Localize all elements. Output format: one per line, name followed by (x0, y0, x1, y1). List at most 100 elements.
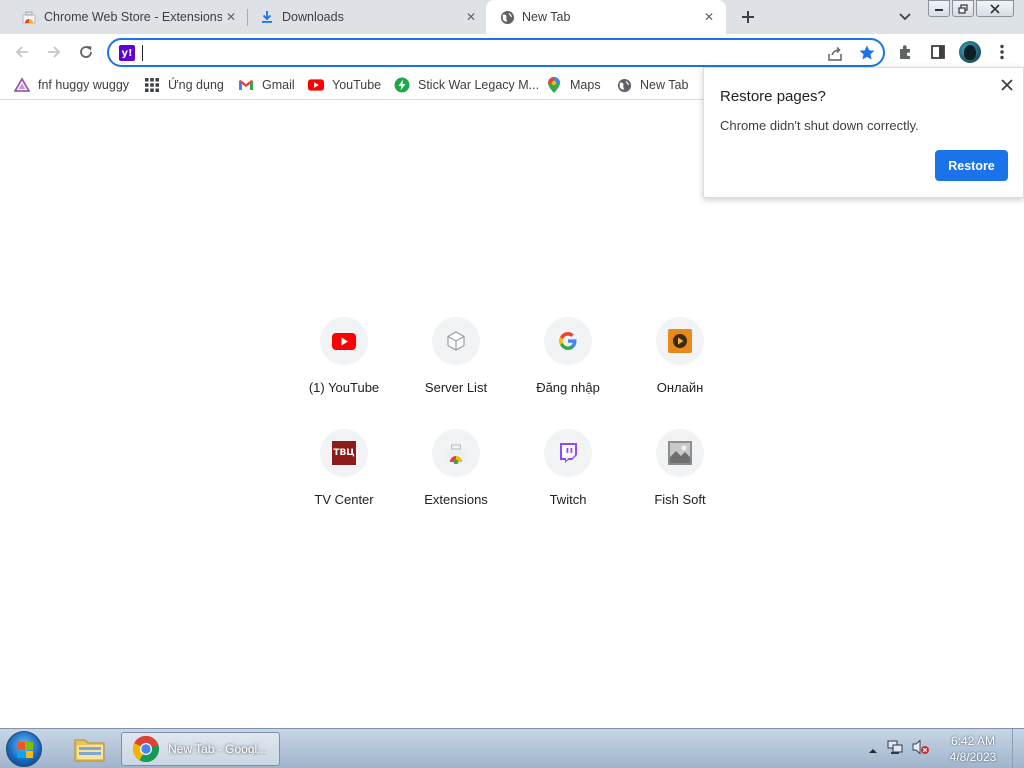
close-window-button[interactable] (976, 0, 1014, 17)
bookmark-stick-war[interactable]: Stick War Legacy M... (394, 75, 539, 95)
plus-icon (742, 11, 754, 23)
shortcut-label: Онлайн (656, 380, 704, 395)
shortcut-server-list[interactable]: Server List (400, 301, 512, 413)
start-button[interactable] (6, 731, 42, 767)
shortcut-youtube[interactable]: (1) YouTube (288, 301, 400, 413)
shortcut-online[interactable]: Онлайн (624, 301, 736, 413)
tab-close-icon[interactable]: ✕ (700, 8, 718, 26)
windows-logo-icon (17, 742, 33, 758)
forward-button[interactable] (43, 41, 65, 63)
shortcut-fish-soft[interactable]: Fish Soft (624, 413, 736, 525)
bookmark-new-tab[interactable]: New Tab (616, 75, 688, 95)
taskbar-chrome[interactable]: New Tab - Googl... (121, 732, 280, 766)
bolt-icon (394, 77, 410, 93)
play-icon (656, 317, 704, 365)
image-icon (656, 429, 704, 477)
reload-button[interactable] (75, 41, 97, 63)
chevron-down-icon (899, 13, 911, 21)
tab-close-icon[interactable]: ✕ (462, 8, 480, 26)
extensions-icon[interactable] (896, 42, 916, 62)
forward-arrow-icon (48, 46, 61, 58)
bookmark-fnf-huggy-wuggy[interactable]: fnf huggy wuggy (14, 75, 129, 95)
network-icon[interactable] (886, 739, 904, 760)
bookmark-apps[interactable]: Ứng dụng (144, 75, 224, 95)
system-clock[interactable]: 6:42 AM 4/8/2023 (942, 733, 1004, 765)
tab-search-button[interactable] (895, 7, 915, 27)
bookmark-label: Stick War Legacy M... (418, 78, 540, 92)
bookmark-gmail[interactable]: Gmail (238, 75, 295, 95)
back-button[interactable] (11, 41, 33, 63)
shortcut-label: Extensions (424, 492, 488, 507)
folder-icon (74, 739, 105, 762)
shortcut-dang-nhap[interactable]: Đăng nhập (512, 301, 624, 413)
restore-window-button[interactable] (952, 0, 974, 17)
apps-grid-icon (144, 77, 160, 93)
clock-date: 4/8/2023 (949, 750, 997, 764)
window-controls (928, 0, 1016, 17)
shortcut-twitch[interactable]: Twitch (512, 413, 624, 525)
text-caret (142, 45, 143, 61)
bookmark-label: Maps (570, 78, 601, 92)
box-icon (432, 317, 480, 365)
webstore-icon (21, 9, 37, 25)
tab-new-tab[interactable]: New Tab ✕ (486, 0, 726, 34)
shortcut-label: (1) YouTube (308, 380, 380, 395)
restore-window-icon (958, 3, 968, 14)
restore-button[interactable]: Restore (935, 150, 1008, 181)
tab-strip: Chrome Web Store - Extensions ✕ Download… (0, 0, 1024, 34)
bookmark-youtube[interactable]: YouTube (308, 75, 381, 95)
restore-pages-dialog: Restore pages? Chrome didn't shut down c… (703, 67, 1024, 198)
close-icon[interactable] (997, 75, 1017, 95)
shortcut-label: TV Center (314, 492, 374, 507)
clock-time: 6:42 AM (950, 734, 996, 748)
tab-title: New Tab (522, 10, 571, 24)
new-tab-button[interactable] (737, 6, 759, 28)
taskbar-chrome-label: New Tab - Googl... (168, 742, 268, 756)
side-panel-icon[interactable] (928, 42, 948, 62)
share-icon[interactable] (826, 45, 844, 63)
download-icon (259, 9, 275, 25)
bookmark-label: YouTube (332, 78, 382, 92)
tab-title: Chrome Web Store - Extensions (44, 10, 222, 24)
taskbar: New Tab - Googl... 6:42 AM 4/8/2023 (0, 728, 1024, 768)
back-arrow-icon (15, 46, 28, 58)
shortcut-label: Đăng nhập (536, 380, 600, 395)
minimize-icon (935, 8, 943, 11)
show-desktop-button[interactable] (1012, 729, 1024, 768)
twitch-icon (544, 429, 592, 477)
bookmark-label: Gmail (262, 78, 295, 92)
tray-expand-icon[interactable] (868, 741, 878, 759)
shortcut-label: Server List (424, 380, 488, 395)
shortcut-tv-center[interactable]: ТВЦ TV Center (288, 413, 400, 525)
reload-icon (80, 46, 92, 58)
bookmark-label: Ứng dụng (168, 78, 224, 92)
webstore-icon (432, 429, 480, 477)
bookmark-maps[interactable]: Maps (546, 75, 601, 95)
tvc-glyph: ТВЦ (332, 441, 356, 465)
youtube-icon (320, 317, 368, 365)
system-tray (868, 739, 930, 760)
taskbar-explorer[interactable] (66, 732, 114, 766)
profile-avatar[interactable] (959, 41, 981, 63)
google-icon (544, 317, 592, 365)
tab-downloads[interactable]: Downloads ✕ (238, 0, 486, 34)
bookmark-star-icon[interactable] (858, 44, 876, 62)
shortcut-label: Fish Soft (654, 492, 706, 507)
address-bar[interactable]: y! (107, 38, 885, 67)
dialog-title: Restore pages? (720, 88, 826, 105)
browser-window: Chrome Web Store - Extensions ✕ Download… (0, 0, 1024, 768)
tvc-icon: ТВЦ (320, 429, 368, 477)
bookmark-label: fnf huggy wuggy (38, 78, 130, 92)
volume-muted-icon[interactable] (912, 739, 930, 760)
menu-kebab-icon[interactable] (992, 42, 1012, 62)
yahoo-icon: y! (119, 45, 135, 61)
address-input[interactable] (141, 43, 811, 63)
tab-chrome-web-store[interactable]: Chrome Web Store - Extensions ✕ (0, 0, 246, 34)
shortcut-extensions[interactable]: Extensions (400, 413, 512, 525)
shortcut-label: Twitch (549, 492, 587, 507)
toolbar: y! (0, 34, 1024, 70)
bookmark-label: New Tab (640, 78, 689, 92)
close-icon (990, 3, 1000, 14)
minimize-button[interactable] (928, 0, 950, 17)
tab-title: Downloads (282, 10, 344, 24)
